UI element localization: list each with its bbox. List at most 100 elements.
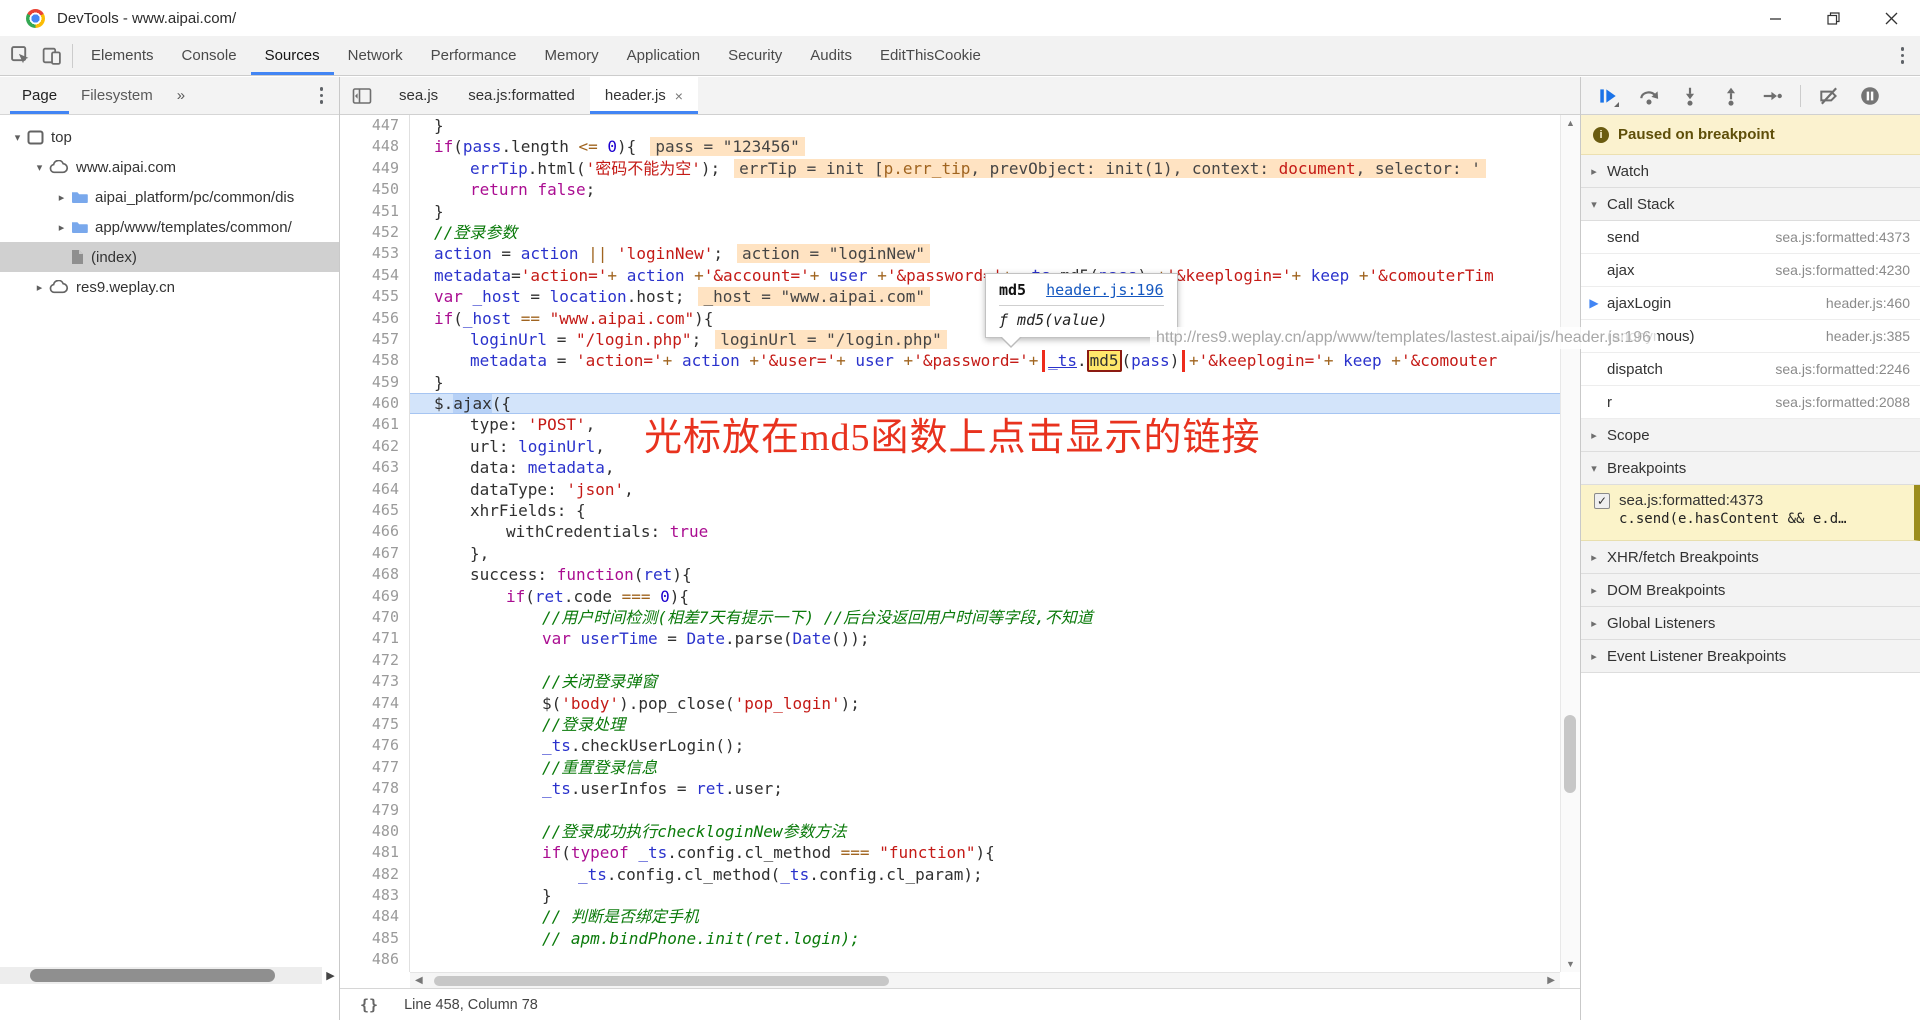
scroll-right-arrow[interactable]: ▶ xyxy=(1547,973,1555,988)
line-number[interactable]: 487 xyxy=(340,970,410,972)
line-number[interactable]: 472 xyxy=(340,649,410,672)
line-number[interactable]: 473 xyxy=(340,671,410,693)
code-line-content[interactable]: $('body').pop_close('pop_login'); xyxy=(410,693,1560,714)
code-line-content[interactable]: errTip.html('密码不能为空'); errTip = init [p.e… xyxy=(410,158,1560,179)
line-number[interactable]: 485 xyxy=(340,927,410,950)
line-number[interactable]: 475 xyxy=(340,713,410,736)
section-watch[interactable]: ▸ Watch xyxy=(1581,155,1920,188)
tree-item-aipai-platform-pc-common-dis[interactable]: ▸ aipai_platform/pc/common/dis xyxy=(0,182,339,212)
tree-item-app-www-templates-common[interactable]: ▸ app/www/templates/common/ xyxy=(0,212,339,242)
disclosure-open-icon[interactable]: ▾ xyxy=(10,131,25,144)
tree-item-res9-weplay-cn[interactable]: ▸ res9.weplay.cn xyxy=(0,272,339,302)
devtools-menu-button[interactable] xyxy=(1885,36,1920,75)
editor-tab-sea-js-formatted[interactable]: sea.js:formatted xyxy=(453,77,590,114)
tree-item-www-aipai-com[interactable]: ▾ www.aipai.com xyxy=(0,152,339,182)
line-number[interactable]: 464 xyxy=(340,478,410,501)
toggle-device-toolbar-icon[interactable] xyxy=(41,45,62,66)
tab-sources[interactable]: Sources xyxy=(251,36,334,75)
call-stack-frame-ajax[interactable]: ajax sea.js:formatted:4230 xyxy=(1581,254,1920,287)
line-number[interactable]: 465 xyxy=(340,500,410,522)
resume-script-execution-button[interactable] xyxy=(1597,85,1619,107)
section-global-listeners[interactable]: ▸ Global Listeners xyxy=(1581,607,1920,640)
editor-vertical-scrollbar[interactable]: ▲ ▼ xyxy=(1560,115,1580,972)
tab-audits[interactable]: Audits xyxy=(796,36,866,75)
line-number[interactable]: 468 xyxy=(340,564,410,586)
navigator-toggle-icon[interactable] xyxy=(340,77,384,114)
disclosure-open-icon[interactable]: ▾ xyxy=(32,161,47,174)
line-number[interactable]: 452 xyxy=(340,221,410,244)
close-tab-icon[interactable]: × xyxy=(675,88,683,104)
code-line-content[interactable]: metadata = 'action='+ action +'&user='+ … xyxy=(410,350,1560,372)
line-number[interactable]: 469 xyxy=(340,585,410,607)
line-number[interactable]: 457 xyxy=(340,328,410,351)
code-line-content[interactable]: } xyxy=(410,372,1560,393)
code-line-content[interactable]: if(pass.length <= 0){pass = "123456" xyxy=(410,136,1560,157)
step-over-next-function-call-button[interactable] xyxy=(1638,85,1660,107)
line-number[interactable]: 450 xyxy=(340,179,410,201)
scrollbar-thumb[interactable] xyxy=(30,969,275,982)
section-call-stack[interactable]: ▾ Call Stack xyxy=(1581,188,1920,221)
code-line-content[interactable]: _ts.checkUserLogin(); xyxy=(410,735,1560,756)
code-line-content[interactable]: return false; xyxy=(410,179,1560,200)
line-number[interactable]: 447 xyxy=(340,115,410,137)
code-viewport[interactable]: 447} 448 if(pass.length <= 0){pass = "1234… xyxy=(340,115,1560,972)
sidebar-tab-[interactable]: » xyxy=(165,77,197,114)
editor-tab-header-js[interactable]: header.js × xyxy=(589,77,698,114)
code-line-content[interactable]: // apm.bindPhone.init(ret.login); xyxy=(410,928,1560,949)
line-number[interactable]: 471 xyxy=(340,628,410,650)
code-line-content[interactable]: _ts.userInfos = ret.user; xyxy=(410,778,1560,799)
tab-memory[interactable]: Memory xyxy=(531,36,613,75)
scrollbar-thumb[interactable] xyxy=(434,975,889,986)
line-number[interactable]: 453 xyxy=(340,243,410,265)
disclosure-closed-icon[interactable]: ▸ xyxy=(54,221,69,234)
code-line-content[interactable] xyxy=(410,949,1560,970)
scroll-left-arrow[interactable]: ◀ xyxy=(415,973,423,988)
line-number[interactable]: 451 xyxy=(340,200,410,222)
tab-elements[interactable]: Elements xyxy=(77,36,168,75)
line-number[interactable]: 454 xyxy=(340,264,410,287)
tab-editthiscookie[interactable]: EditThisCookie xyxy=(866,36,995,75)
line-number[interactable]: 474 xyxy=(340,692,410,714)
line-number[interactable]: 486 xyxy=(340,949,410,971)
tooltip-source-link[interactable]: header.js:196 xyxy=(1046,281,1163,299)
line-number[interactable]: 460 xyxy=(340,393,410,415)
scrollbar-thumb[interactable] xyxy=(1564,715,1576,793)
scroll-up-arrow[interactable]: ▲ xyxy=(1561,118,1580,128)
pretty-print-icon[interactable]: {} xyxy=(360,996,378,1014)
line-number[interactable]: 484 xyxy=(340,906,410,928)
section-dom-breakpoints[interactable]: ▸ DOM Breakpoints xyxy=(1581,574,1920,607)
editor-horizontal-scrollbar[interactable]: ◀ ▶ xyxy=(410,972,1560,988)
line-number[interactable]: 466 xyxy=(340,521,410,543)
call-stack-frame-dispatch[interactable]: dispatch sea.js:formatted:2246 xyxy=(1581,353,1920,386)
minimize-button[interactable] xyxy=(1746,0,1804,36)
line-number[interactable]: 481 xyxy=(340,842,410,864)
disclosure-closed-icon[interactable]: ▸ xyxy=(32,281,47,294)
code-line-content[interactable]: dataType: 'json', xyxy=(410,479,1560,500)
code-line-content[interactable]: // 判断是否绑定手机 xyxy=(410,906,1560,927)
line-number[interactable]: 482 xyxy=(340,863,410,886)
code-line-content[interactable]: _ts.config.cl_method(_ts.config.cl_param… xyxy=(410,864,1560,885)
tab-console[interactable]: Console xyxy=(168,36,251,75)
line-number[interactable]: 448 xyxy=(340,136,410,158)
step-button[interactable] xyxy=(1761,85,1783,107)
section-breakpoints[interactable]: ▾ Breakpoints xyxy=(1581,452,1920,485)
line-number[interactable]: 478 xyxy=(340,778,410,800)
code-line-content[interactable]: var userTime = Date.parse(Date()); xyxy=(410,628,1560,649)
code-line-content[interactable]: success: function(ret){ xyxy=(410,564,1560,585)
code-line-content[interactable]: //登录处理 xyxy=(410,714,1560,735)
line-number[interactable]: 461 xyxy=(340,414,410,436)
deactivate-breakpoints-button[interactable] xyxy=(1818,85,1840,107)
section-scope[interactable]: ▸ Scope xyxy=(1581,419,1920,452)
code-line-content[interactable]: //登录参数 xyxy=(410,222,1560,243)
code-line-content[interactable]: //重置登录信息 xyxy=(410,757,1560,778)
code-line-content[interactable]: //关闭登录弹窗 xyxy=(410,671,1560,692)
line-number[interactable]: 463 xyxy=(340,457,410,479)
step-into-next-function-call-button[interactable] xyxy=(1679,85,1701,107)
tree-item-index[interactable]: (index) xyxy=(0,242,339,272)
step-out-of-current-function-button[interactable] xyxy=(1720,85,1742,107)
line-number[interactable]: 479 xyxy=(340,799,410,821)
code-line-content[interactable] xyxy=(410,800,1560,821)
line-number[interactable]: 458 xyxy=(340,350,410,372)
line-number[interactable]: 483 xyxy=(340,885,410,907)
code-line-content[interactable]: } xyxy=(410,885,1560,906)
